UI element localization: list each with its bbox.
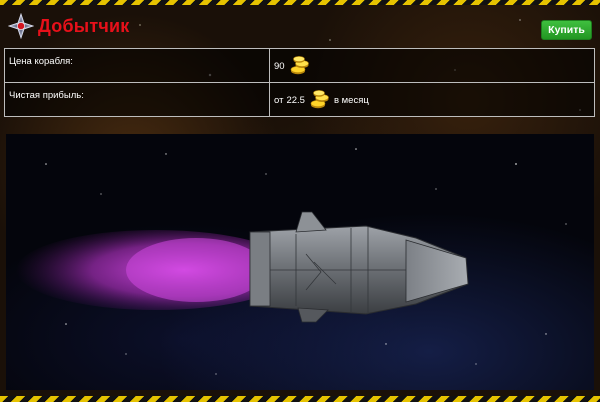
ship-image [6,134,594,390]
profit-label: Чистая прибыль: [4,82,270,117]
profit-value-cell: от 22.5 в месяц [269,82,595,117]
gold-coins-icon [310,90,329,109]
table-row: Цена корабля: 90 [4,48,595,83]
hazard-stripe-top [0,0,600,5]
price-value: 90 [274,60,285,72]
profit-value: 22.5 [286,94,305,106]
spaceship-image [16,148,567,375]
table-row: Чистая прибыль: от 22.5 в месяц [4,82,595,117]
price-label: Цена корабля: [4,48,270,83]
header: Добытчик Купить [8,8,592,44]
page-title: Добытчик [38,15,130,36]
gold-coins-icon [290,56,309,75]
ship-info-table: Цена корабля: 90 Чистая прибыль: от 22.5 [4,48,595,117]
profit-unit: в месяц [333,94,369,106]
hazard-stripe-bottom [0,396,600,402]
emblem-icon [8,13,34,39]
price-value-cell: 90 [269,48,595,83]
buy-button[interactable]: Купить [541,20,592,40]
profit-prefix: от [274,94,284,106]
